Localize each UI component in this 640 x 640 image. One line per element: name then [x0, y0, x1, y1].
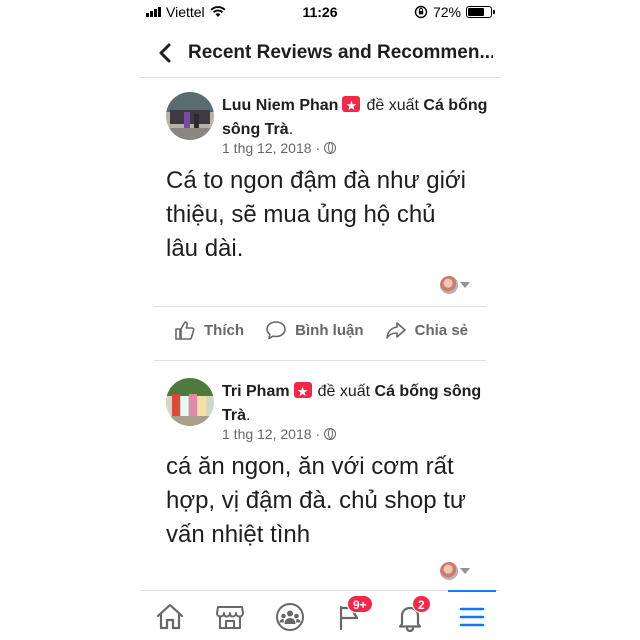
recommend-verb: đề xuất	[366, 97, 419, 114]
review-text: Cá to ngon đậm đà như giới thiệu, sẽ mua…	[166, 167, 466, 262]
reactor-avatar	[440, 562, 458, 580]
author-name[interactable]: Tri Pham	[222, 383, 290, 400]
globe-icon	[324, 142, 337, 154]
recommend-verb: đề xuất	[317, 383, 371, 400]
battery-group: 72%	[414, 4, 495, 20]
post-date[interactable]: 1 thg 12, 2018	[222, 426, 312, 442]
meta-separator: ·	[315, 140, 321, 156]
like-label: Thích	[204, 321, 244, 339]
phone-screen: Viettel 11:26 72% Recent Reviews and Rec…	[140, 0, 500, 640]
post-headline: Luu Niem Phan ★ đề xuất Cá bống sông Trà.	[222, 96, 488, 138]
author-name[interactable]: Luu Niem Phan	[222, 97, 338, 114]
notifications-badge: 9+	[347, 595, 373, 613]
globe-icon	[324, 428, 337, 440]
orientation-lock-icon	[414, 5, 428, 19]
tab-home[interactable]	[150, 597, 190, 637]
page-title: Recent Reviews and Recommen...	[188, 42, 493, 63]
post-date[interactable]: 1 thg 12, 2018	[222, 140, 312, 156]
battery-percent: 72%	[432, 4, 461, 20]
post-meta: 1 thg 12, 2018 ·	[222, 140, 337, 156]
tab-notifications[interactable]: 2	[390, 595, 431, 637]
home-icon	[156, 603, 184, 630]
meta-separator: ·	[315, 426, 321, 442]
share-button[interactable]: Chia sẻ	[385, 319, 468, 341]
caret-down-icon	[460, 282, 470, 288]
caret-down-icon	[460, 568, 470, 574]
recommend-star-icon: ★	[342, 96, 361, 113]
battery-icon	[466, 6, 495, 18]
status-bar: Viettel 11:26 72%	[140, 0, 500, 24]
active-tab-indicator	[448, 590, 496, 592]
review-text: cá ăn ngon, ăn với cơm rất hợp, vị đậm đ…	[166, 453, 466, 548]
page-header: Recent Reviews and Recommen...	[140, 28, 500, 78]
messages-badge: 2	[412, 595, 431, 613]
comment-icon	[266, 321, 286, 340]
tab-notifications-flag[interactable]: 9+	[330, 595, 373, 637]
store-icon	[216, 606, 244, 629]
groups-icon	[276, 603, 304, 631]
menu-icon	[459, 607, 485, 627]
tab-menu[interactable]	[452, 597, 492, 637]
share-label: Chia sẻ	[414, 321, 468, 339]
like-button[interactable]: Thích	[174, 319, 244, 341]
post-meta: 1 thg 12, 2018 ·	[222, 426, 337, 442]
post-headline: Tri Pham ★ đề xuất Cá bống sông Trà.	[222, 382, 482, 424]
chevron-left-icon[interactable]	[154, 40, 178, 66]
comment-button[interactable]: Bình luận	[265, 319, 363, 341]
share-icon	[385, 322, 406, 339]
post-actions: Thích Bình luận Chia sẻ	[154, 307, 486, 353]
review-post: Luu Niem Phan ★ đề xuất Cá bống sông Trà. …	[154, 84, 500, 294]
reactor-avatar	[440, 276, 458, 294]
tab-groups[interactable]	[270, 597, 310, 637]
reactor-menu[interactable]	[440, 276, 470, 294]
avatar[interactable]	[166, 92, 214, 140]
post-separator	[154, 360, 486, 361]
review-post: Tri Pham ★ đề xuất Cá bống sông Trà. 1 thg…	[154, 370, 500, 588]
avatar[interactable]	[166, 378, 214, 426]
recommend-star-icon: ★	[293, 382, 312, 399]
tab-marketplace[interactable]	[210, 597, 250, 637]
bottom-tab-bar: 9+ 2	[140, 590, 500, 640]
reactor-menu[interactable]	[440, 562, 470, 580]
thumbs-up-icon	[175, 321, 195, 340]
comment-label: Bình luận	[295, 321, 364, 339]
